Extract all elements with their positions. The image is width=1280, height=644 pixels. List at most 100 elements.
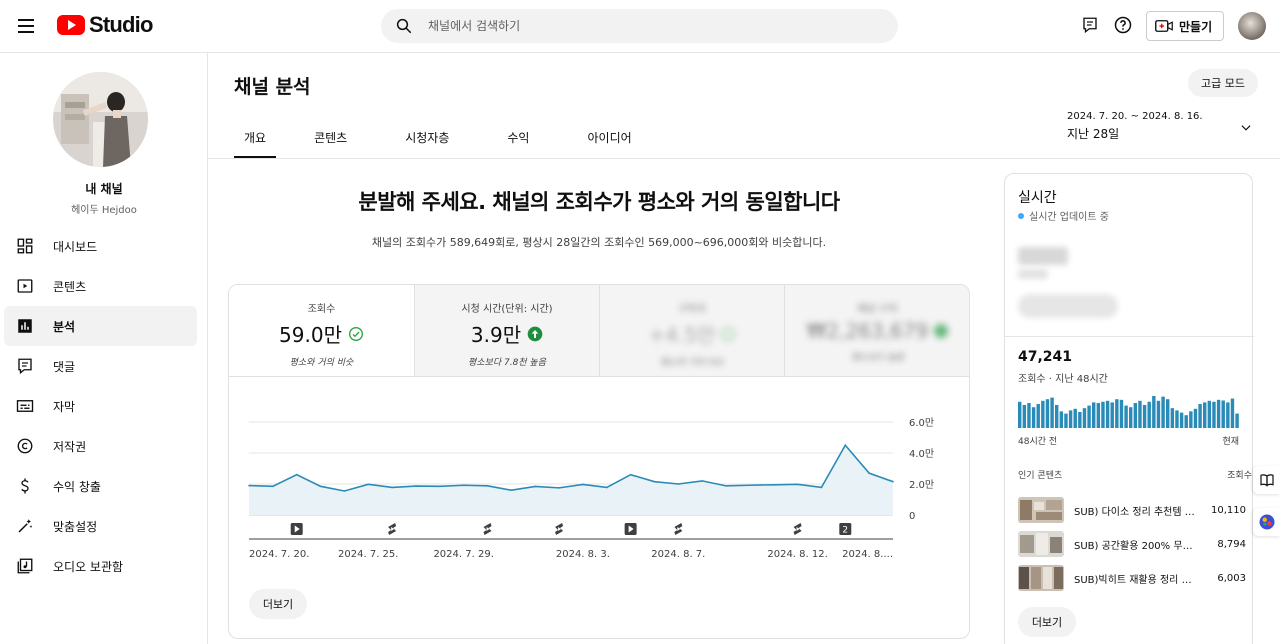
- data-point: [367, 483, 370, 486]
- extension-icon[interactable]: [1253, 508, 1280, 536]
- tab-content[interactable]: 콘텐츠: [304, 118, 357, 158]
- popular-item[interactable]: SUB)빅히트 재활용 정리 수... 6,003: [1018, 565, 1254, 591]
- metric-value-row: ₩2,263,679: [785, 319, 969, 343]
- realtime-bar: [1078, 412, 1082, 428]
- sidebar-item-label: 수익 창출: [53, 479, 101, 494]
- channel-handle: 헤이두 Hejdoo: [71, 205, 137, 216]
- realtime-bar: [1133, 403, 1138, 428]
- video-marker-icon: [290, 523, 303, 535]
- metric-label: 구독자: [678, 304, 706, 315]
- sidebar-item-dashboard[interactable]: 대시보드: [4, 226, 197, 266]
- search-icon[interactable]: [395, 17, 413, 35]
- subscribers-button-blurred[interactable]: [1018, 294, 1118, 318]
- popular-item[interactable]: SUB) 공간활용 200% 무타... 8,794: [1018, 531, 1254, 557]
- data-point: [653, 480, 656, 483]
- sidebar-item-copyright[interactable]: 저작권: [4, 426, 197, 466]
- metric-revenue[interactable]: 예상 수익 ₩2,263,679 평소보다 높음: [784, 285, 969, 376]
- audio-library-icon: [16, 557, 34, 575]
- data-point: [272, 485, 274, 488]
- x-tick-label: 2024. 7. 20.: [249, 549, 309, 560]
- popular-item-views: 6,003: [1217, 572, 1246, 584]
- realtime-bar: [1198, 404, 1202, 428]
- realtime-bar: [1087, 405, 1091, 428]
- realtime-bar: [1031, 407, 1036, 428]
- realtime-bar: [1036, 404, 1040, 428]
- sidebar-item-analytics[interactable]: 분석: [4, 306, 197, 346]
- realtime-bar: [1055, 404, 1059, 428]
- realtime-bar: [1022, 404, 1027, 428]
- sidebar-item-label: 저작권: [53, 439, 87, 454]
- menu-icon[interactable]: [12, 12, 40, 40]
- see-more-button[interactable]: 더보기: [249, 589, 307, 619]
- realtime-bar: [1142, 404, 1147, 428]
- date-range-text: 2024. 7. 20. ~ 2024. 8. 16.: [1067, 111, 1203, 122]
- metric-value-row: 59.0만: [229, 319, 414, 348]
- search-bar[interactable]: [381, 9, 898, 43]
- sidebar-item-subtitles[interactable]: 자막: [4, 386, 197, 426]
- realtime-bar: [1068, 410, 1073, 428]
- sidebar-item-audio-library[interactable]: 오디오 보관함: [4, 546, 197, 586]
- realtime-bar: [1096, 403, 1101, 428]
- data-point: [295, 473, 298, 476]
- sidebar-item-customization[interactable]: 맞춤설정: [4, 506, 197, 546]
- metric-note: 평소와 거의 비슷: [660, 358, 724, 368]
- sidebar-item-content[interactable]: 콘텐츠: [4, 266, 197, 306]
- date-range-selector[interactable]: 2024. 7. 20. ~ 2024. 8. 16. 지난 28일: [1067, 111, 1257, 142]
- video-thumbnail: [1018, 565, 1064, 591]
- realtime-bar: [1152, 396, 1156, 428]
- shorts-marker-icon: [483, 523, 492, 535]
- chevron-down-icon: [1241, 125, 1251, 131]
- top-bar: Studio 만들기: [0, 0, 1280, 53]
- create-label: 만들기: [1179, 19, 1213, 34]
- search-input[interactable]: [428, 19, 848, 33]
- dashboard-icon: [16, 237, 34, 255]
- count-marker-icon: 2: [839, 523, 852, 536]
- realtime-bar: [1203, 402, 1207, 428]
- y-tick-label: 2.0만: [909, 479, 934, 491]
- page-title: 채널 분석: [234, 76, 311, 98]
- realtime-bar-chart[interactable]: [1018, 396, 1240, 428]
- tab-revenue[interactable]: 수익: [497, 118, 539, 158]
- metric-views[interactable]: 조회수 59.0만 평소와 거의 비슷: [229, 285, 414, 376]
- data-point: [677, 483, 680, 485]
- realtime-bar: [1073, 408, 1077, 428]
- advanced-mode-button[interactable]: 고급 모드: [1188, 69, 1258, 97]
- realtime-divider: [1005, 336, 1254, 337]
- popular-item-views: 10,110: [1211, 504, 1246, 516]
- realtime-bar: [1059, 411, 1064, 428]
- realtime-bar: [1115, 399, 1119, 428]
- popular-item[interactable]: SUB) 다이소 정리 추천템 3... 10,110: [1018, 497, 1254, 523]
- book-icon[interactable]: [1253, 466, 1280, 494]
- overview-card: 조회수 59.0만 평소와 거의 비슷 시청 시간(단위: 시간) 3.9만 평…: [228, 284, 970, 639]
- realtime-bar: [1110, 402, 1114, 428]
- sidebar-item-monetization[interactable]: 수익 창출: [4, 466, 197, 506]
- data-point: [868, 472, 870, 474]
- realtime-see-more-button[interactable]: 더보기: [1018, 607, 1076, 637]
- shorts-marker-icon: [674, 523, 683, 535]
- metric-divider: [229, 376, 969, 377]
- data-point: [725, 485, 727, 487]
- account-avatar[interactable]: [1238, 12, 1266, 40]
- studio-logo[interactable]: Studio: [57, 12, 153, 38]
- data-point: [462, 484, 465, 487]
- realtime-bar: [1189, 411, 1193, 428]
- create-button[interactable]: 만들기: [1146, 11, 1224, 41]
- channel-avatar[interactable]: [53, 72, 148, 167]
- realtime-bar: [1221, 400, 1225, 428]
- sidebar-item-comments[interactable]: 댓글: [4, 346, 197, 386]
- tab-audience[interactable]: 시청자층: [395, 118, 459, 158]
- realtime-bar: [1235, 413, 1239, 428]
- metric-watch-time[interactable]: 시청 시간(단위: 시간) 3.9만 평소보다 7.8천 높음: [414, 285, 599, 376]
- tab-ideas[interactable]: 아이디어: [577, 118, 641, 158]
- count-marker-label: 2: [842, 526, 848, 536]
- tab-overview[interactable]: 개요: [234, 118, 277, 158]
- realtime-bar: [1179, 412, 1184, 428]
- metric-note: 평소와 거의 비슷: [289, 358, 354, 368]
- views-chart[interactable]: 0 2.0만 4.0만 6.0만 2 2024. 7. 20. 2024. 7. 25. 20…: [229, 385, 970, 575]
- data-point: [439, 485, 441, 488]
- sidebar-item-label: 맞춤설정: [53, 519, 98, 534]
- metric-value-row: +4.5만: [600, 319, 784, 348]
- help-icon[interactable]: [1112, 14, 1134, 36]
- metric-subscribers[interactable]: 구독자 +4.5만 평소와 거의 비슷: [599, 285, 784, 376]
- feedback-icon[interactable]: [1079, 14, 1101, 36]
